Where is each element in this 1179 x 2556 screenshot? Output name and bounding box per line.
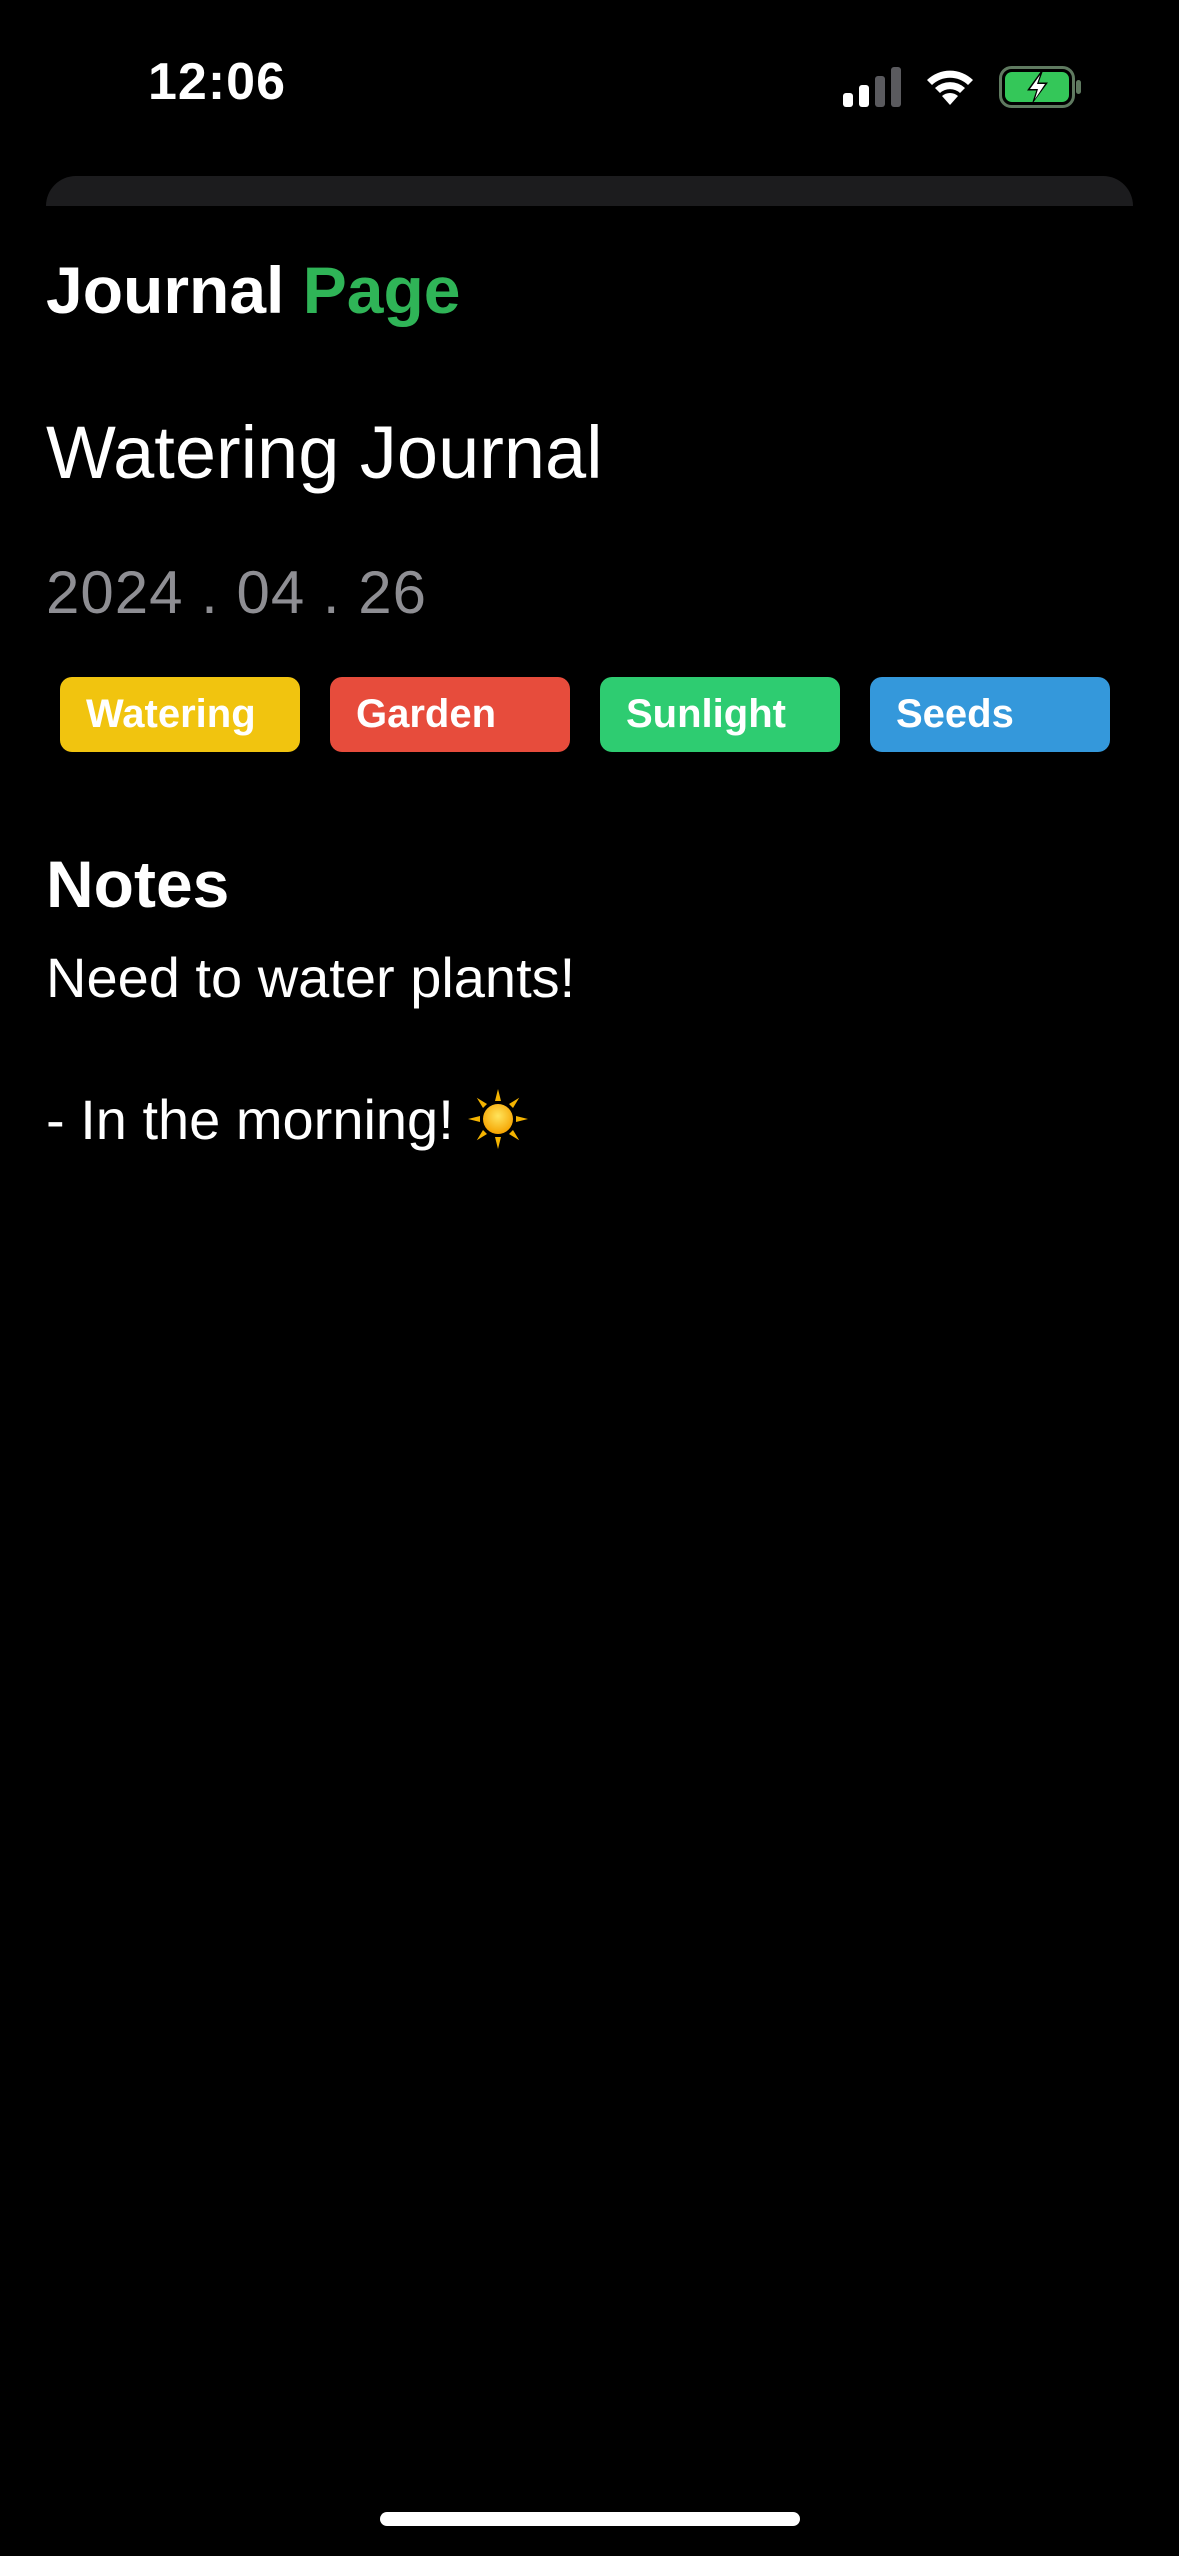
journal-title: Watering Journal (46, 411, 603, 494)
tag-chip-garden[interactable]: Garden (330, 677, 570, 752)
journal-date: 2024 . 04 . 26 (46, 559, 427, 626)
home-indicator[interactable] (380, 2512, 800, 2526)
page-header: Journal Page (46, 252, 460, 328)
tag-list: Watering Garden Sunlight Seeds (60, 677, 1110, 752)
header-word-journal: Journal (46, 253, 285, 327)
notes-line-1-text: Need to water plants! (46, 946, 576, 1009)
header-word-page: Page (302, 253, 461, 327)
cellular-signal-icon (843, 67, 901, 107)
notes-line: Need to water plants! (46, 938, 1136, 1080)
notes-line-2-text: - In the morning! (46, 1088, 454, 1151)
sun-icon (467, 1089, 528, 1150)
status-icons (843, 66, 1083, 108)
status-time: 12:06 (148, 53, 286, 111)
wifi-icon (923, 67, 977, 107)
notes-heading: Notes (46, 847, 230, 921)
tag-chip-watering[interactable]: Watering (60, 677, 300, 752)
notes-line: - In the morning! (46, 1080, 1136, 1222)
tag-chip-seeds[interactable]: Seeds (870, 677, 1110, 752)
battery-charging-icon (999, 66, 1083, 108)
tag-chip-sunlight[interactable]: Sunlight (600, 677, 840, 752)
status-bar: 12:06 (0, 0, 1179, 170)
notes-body: Need to water plants! - In the morning! (46, 938, 1136, 1222)
